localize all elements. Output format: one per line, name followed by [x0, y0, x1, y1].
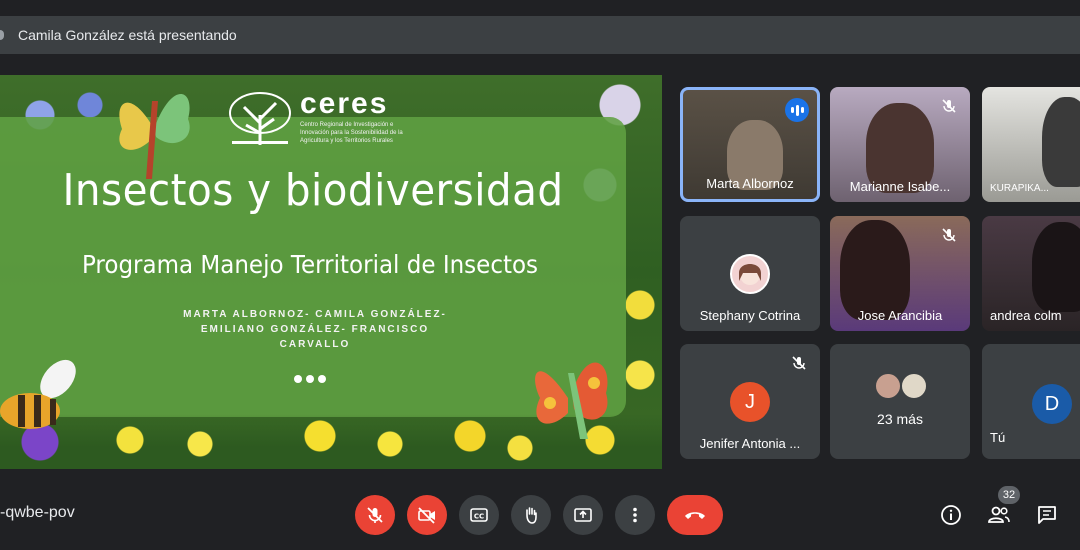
info-icon [941, 505, 961, 525]
participant-tile-kurapika[interactable]: KURAPIKA... [982, 87, 1080, 202]
slide-authors: MARTA ALBORNOZ- CAMILA GONZÁLEZ- EMILIAN… [183, 309, 447, 350]
participant-tile-jose[interactable]: Jose Arancibia [830, 216, 970, 331]
raise-hand-icon [526, 507, 537, 524]
closed-captions-icon: CC [470, 508, 488, 522]
mic-off-icon [788, 352, 810, 374]
participant-name: Tú [990, 430, 1006, 445]
bee-illustration [0, 359, 76, 429]
participant-tile-marta[interactable]: Marta Albornoz [680, 87, 820, 202]
presenting-text: Camila González está presentando [18, 27, 237, 43]
mic-off-icon [938, 224, 960, 246]
participant-video [1042, 97, 1080, 187]
participant-count-badge: 32 [998, 486, 1020, 504]
mic-off-icon [367, 507, 383, 523]
slide-title: Insectos y biodiversidad [62, 165, 564, 216]
camera-off-icon [418, 507, 435, 524]
participant-video [1032, 222, 1080, 312]
avatar: D [1032, 384, 1072, 424]
shared-presentation: ceres Centro Regional de Investigación e… [0, 75, 662, 469]
captions-button[interactable]: CC [459, 495, 499, 535]
participant-tile-jenifer[interactable]: J Jenifer Antonia ... [680, 344, 820, 459]
chat-icon [1038, 506, 1056, 524]
presenter-indicator-icon [0, 30, 4, 40]
slide-dots [294, 375, 326, 383]
presenting-banner: Camila González está presentando [0, 16, 1080, 54]
slide-subtitle: Programa Manejo Territorial de Insectos [81, 250, 539, 279]
participant-name: Jose Arancibia [857, 308, 943, 323]
people-icon [988, 506, 1010, 523]
chat-button[interactable] [1032, 500, 1062, 530]
more-options-button[interactable] [615, 495, 655, 535]
butterfly-illustration-2 [535, 362, 608, 439]
more-options-icon [633, 507, 637, 523]
participant-name: andrea colm [990, 308, 1062, 323]
meeting-details-button[interactable] [936, 500, 966, 530]
participant-name: KURAPIKA... [990, 183, 1049, 194]
camera-toggle-button[interactable] [407, 495, 447, 535]
svg-text:CC: CC [474, 513, 484, 521]
more-participants-tile[interactable]: 23 más [830, 344, 970, 459]
participant-name: Stephany Cotrina [699, 308, 801, 323]
more-participants-label: 23 más [877, 411, 923, 427]
participant-tile-andrea[interactable]: andrea colm [982, 216, 1080, 331]
hang-up-icon [685, 512, 705, 519]
raise-hand-button[interactable] [511, 495, 551, 535]
logo-name: ceres [300, 87, 389, 120]
avatar [874, 372, 902, 400]
ceres-logo: ceres Centro Regional de Investigación e… [226, 89, 420, 147]
show-everyone-button[interactable] [984, 500, 1014, 530]
avatar [730, 254, 770, 294]
meeting-code: -qwbe-pov [0, 504, 75, 521]
mic-toggle-button[interactable] [355, 495, 395, 535]
speaking-indicator-icon [785, 98, 809, 122]
leave-call-button[interactable] [667, 495, 723, 535]
participant-name: Marta Albornoz [706, 176, 794, 191]
mic-off-icon [938, 95, 960, 117]
present-screen-icon [574, 508, 592, 522]
avatar [900, 372, 928, 400]
tree-logo-icon [229, 92, 291, 145]
participant-tile-marianne[interactable]: Marianne Isabe... [830, 87, 970, 202]
participant-name: Marianne Isabe... [849, 179, 951, 194]
logo-subtitle: Centro Regional de Investigación e Innov… [300, 122, 403, 144]
participant-tile-stephany[interactable]: Stephany Cotrina [680, 216, 820, 331]
participant-video [840, 220, 910, 320]
avatar: J [730, 382, 770, 422]
self-tile[interactable]: D Tú [982, 344, 1080, 459]
present-now-button[interactable] [563, 495, 603, 535]
participant-name: Jenifer Antonia ... [699, 436, 801, 451]
